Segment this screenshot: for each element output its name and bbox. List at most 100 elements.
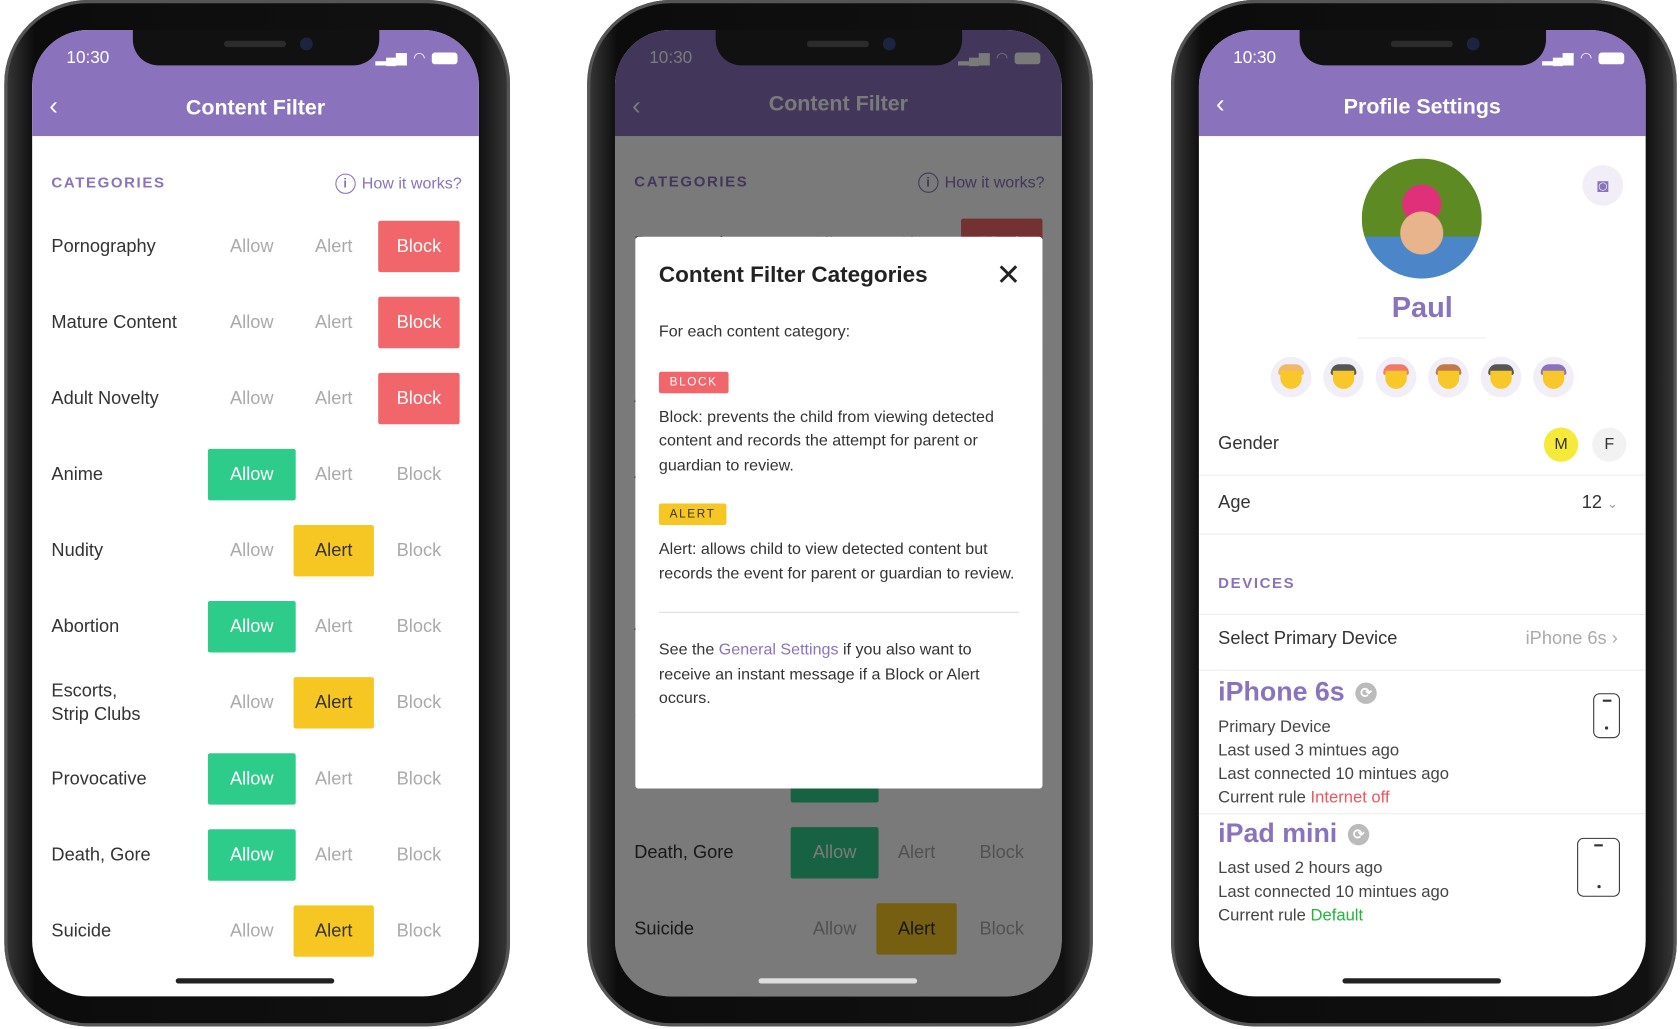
block-button[interactable]: Block xyxy=(378,525,459,576)
category-row: Abortion AllowAlertBlock xyxy=(32,600,479,654)
wifi-icon: ◠ xyxy=(1579,49,1593,66)
age-select[interactable]: 12 ⌄ xyxy=(1582,492,1618,513)
alert-button[interactable]: Alert xyxy=(293,905,374,957)
chevron-right-icon: › xyxy=(1611,627,1618,649)
status-time: 10:30 xyxy=(1233,49,1277,68)
category-label: Abortion xyxy=(51,616,120,637)
screen: 10:30 ▂▄▆ ◠ ‹ Profile Settings ◙ Paul Gen… xyxy=(1198,29,1646,997)
chevron-down-icon: ⌄ xyxy=(1607,496,1618,512)
avatar-option-girl-pigtails-icon[interactable] xyxy=(1270,356,1312,398)
alert-button[interactable]: Alert xyxy=(294,601,374,652)
rule-label: Current rule xyxy=(1218,788,1306,807)
gender-f-button[interactable]: F xyxy=(1592,427,1627,462)
category-row: Nudity AllowAlertBlock xyxy=(32,524,479,578)
block-description: Block: prevents the child from viewing d… xyxy=(658,407,994,475)
sync-icon[interactable]: ⟳ xyxy=(1355,681,1377,704)
battery-icon xyxy=(431,51,458,64)
allow-button[interactable]: Allow xyxy=(207,601,296,653)
divider xyxy=(1198,474,1646,476)
allow-button[interactable]: Allow xyxy=(208,905,296,956)
divider xyxy=(1198,533,1646,535)
how-it-works-link[interactable]: i How it works? xyxy=(334,173,462,194)
divider xyxy=(658,611,1019,613)
alert-button[interactable]: Alert xyxy=(294,753,374,804)
category-label: Escorts, Strip Clubs xyxy=(51,680,141,725)
close-icon[interactable]: ✕ xyxy=(996,260,1021,290)
allow-button[interactable]: Allow xyxy=(207,448,296,501)
alert-button[interactable]: Alert xyxy=(294,829,374,880)
allow-button[interactable]: Allow xyxy=(208,525,296,576)
tablet-icon xyxy=(1577,837,1620,897)
category-row: Adult Novelty AllowAlertBlock xyxy=(32,372,479,426)
device-detail: Last used 3 mintues ago xyxy=(1218,741,1400,760)
alert-button[interactable]: Alert xyxy=(294,449,374,500)
notch xyxy=(1299,29,1547,66)
allow-button[interactable]: Allow xyxy=(208,677,296,728)
devices-section-label: DEVICES xyxy=(1218,574,1296,592)
age-value: 12 xyxy=(1581,491,1602,513)
block-button[interactable]: Block xyxy=(378,829,459,880)
modal-intro: For each content category: xyxy=(658,322,851,341)
section-label: CATEGORIES xyxy=(51,173,166,191)
allow-button[interactable]: Allow xyxy=(207,753,296,805)
modal-footer: See the General Settings if you also wan… xyxy=(659,639,1019,711)
device-name[interactable]: iPad mini ⟳ xyxy=(1218,819,1370,850)
category-row: Mature Content AllowAlertBlock xyxy=(32,296,479,350)
alert-button[interactable]: Alert xyxy=(294,221,374,272)
current-rule: Current rule Internet off xyxy=(1218,789,1389,808)
avatar-option-boy-brown-hair-icon[interactable] xyxy=(1428,356,1469,398)
alert-button[interactable]: Alert xyxy=(294,373,374,424)
block-button[interactable]: Block xyxy=(378,677,459,728)
alert-button[interactable]: Alert xyxy=(293,677,374,729)
home-indicator xyxy=(758,978,918,984)
battery-icon xyxy=(1598,51,1625,64)
avatar-option-girl-dark-hair-icon[interactable] xyxy=(1323,356,1364,398)
rule-value[interactable]: Internet off xyxy=(1310,789,1389,807)
allow-button[interactable]: Allow xyxy=(208,373,296,424)
allow-button[interactable]: Allow xyxy=(208,221,296,272)
select-primary-device-row[interactable]: Select Primary Device iPhone 6s › xyxy=(1199,615,1646,669)
gender-m-button[interactable]: M xyxy=(1543,427,1579,462)
sync-icon[interactable]: ⟳ xyxy=(1347,823,1370,845)
block-button[interactable]: Block xyxy=(378,905,459,956)
signal-icon: ▂▄▆ xyxy=(1542,49,1574,66)
camera-icon: ◙ xyxy=(1596,174,1609,197)
gender-label: Gender xyxy=(1218,432,1279,454)
info-icon: i xyxy=(334,173,356,194)
page-title: Profile Settings xyxy=(1343,95,1501,119)
primary-device-value: iPhone 6s › xyxy=(1526,628,1618,649)
category-label: Provocative xyxy=(51,768,147,789)
screen: 10:30 ▂▄▆◠ ‹ Content Filter CATEGORIES i… xyxy=(614,29,1062,997)
screen: 10:30 ▂▄▆◠ ‹ Content Filter CATEGORIES i… xyxy=(32,29,479,997)
status-time: 10:30 xyxy=(66,49,110,68)
avatar-option-boy-dark-hair-icon[interactable] xyxy=(1480,356,1522,398)
page-title: Content Filter xyxy=(185,96,326,120)
block-button[interactable]: Block xyxy=(378,601,459,652)
notch xyxy=(132,29,380,66)
category-row: Anime AllowAlertBlock xyxy=(32,448,479,502)
camera-button[interactable]: ◙ xyxy=(1582,164,1624,206)
status-icons: ▂▄▆ ◠ xyxy=(375,49,458,66)
device-name[interactable]: iPhone 6s ⟳ xyxy=(1218,677,1377,708)
primary-device-name: iPhone 6s xyxy=(1525,627,1607,649)
avatar-option-boy-cap-icon[interactable] xyxy=(1533,356,1574,398)
device-detail: Primary Device xyxy=(1218,717,1331,737)
alert-button[interactable]: Alert xyxy=(293,524,374,577)
block-button[interactable]: Block xyxy=(378,449,459,500)
home-indicator xyxy=(175,978,335,984)
category-row: Suicide AllowAlertBlock xyxy=(32,904,479,958)
block-button[interactable]: Block xyxy=(378,296,460,349)
avatar[interactable] xyxy=(1361,158,1482,279)
allow-button[interactable]: Allow xyxy=(208,297,296,348)
block-button[interactable]: Block xyxy=(378,753,459,804)
device-detail: Last used 2 hours ago xyxy=(1218,859,1383,878)
block-button[interactable]: Block xyxy=(378,372,460,425)
notch xyxy=(715,29,963,66)
alert-button[interactable]: Alert xyxy=(294,297,374,348)
general-settings-link[interactable]: General Settings xyxy=(719,641,839,659)
home-indicator xyxy=(1342,978,1502,984)
rule-value[interactable]: Default xyxy=(1310,906,1363,924)
block-button[interactable]: Block xyxy=(378,220,460,273)
allow-button[interactable]: Allow xyxy=(207,829,296,881)
avatar-option-girl-red-hair-icon[interactable] xyxy=(1375,356,1417,398)
